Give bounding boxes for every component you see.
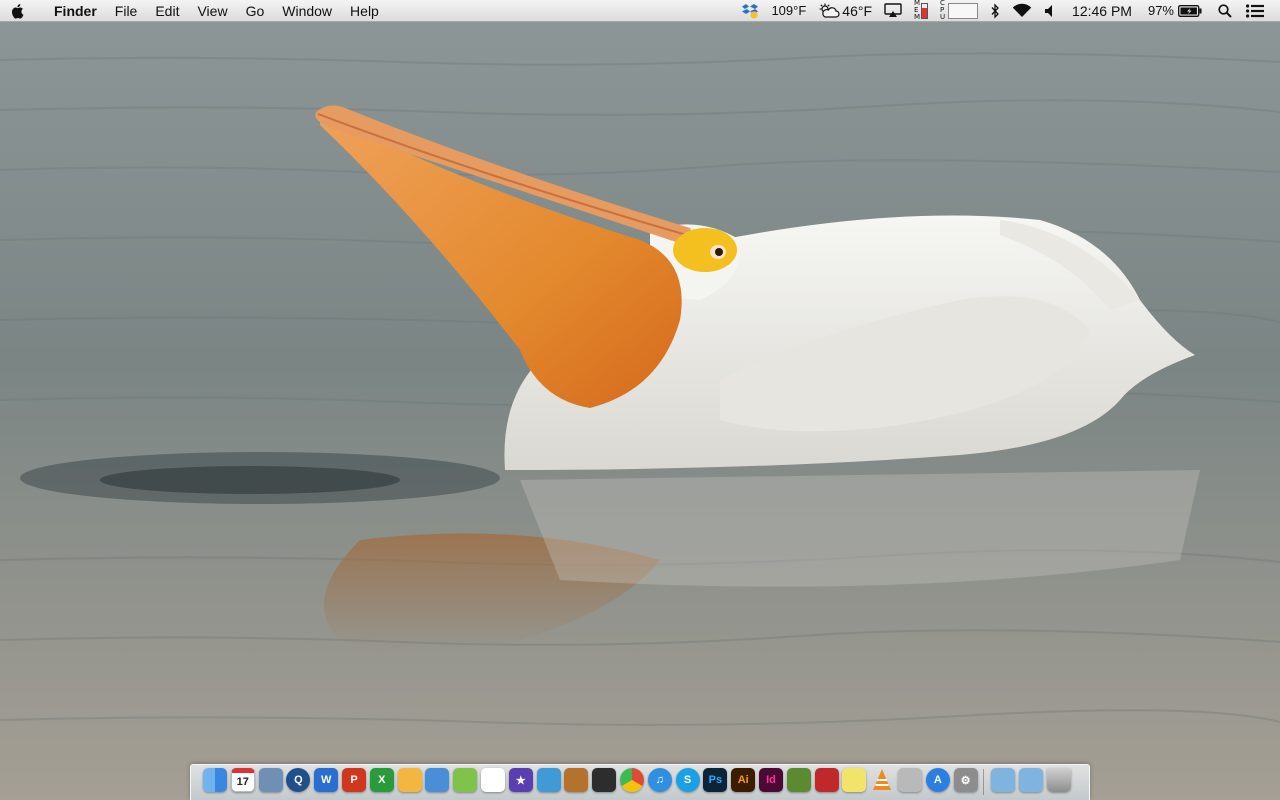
menu-window[interactable]: Window (273, 0, 341, 22)
battery-icon (1178, 4, 1202, 17)
acrobat-icon[interactable] (481, 768, 505, 792)
finder-icon[interactable] (203, 768, 227, 792)
downloads-folder-icon[interactable] (1019, 768, 1044, 792)
weather-temp: 46°F (842, 2, 873, 19)
menu-help[interactable]: Help (341, 0, 388, 22)
dock-icon-glyph: W (320, 774, 332, 786)
cpu-temp-readout[interactable]: 109°F (765, 0, 812, 22)
dock-icon-glyph: Ps (708, 774, 723, 786)
skype-icon[interactable]: S (675, 768, 700, 792)
dropbox-icon (742, 3, 759, 19)
battery-status[interactable]: 97% (1142, 0, 1208, 22)
volume-icon (1045, 4, 1053, 17)
cpu-meter[interactable]: C P U (934, 0, 984, 22)
menu-bar-left: Finder File Edit View Go Window Help (0, 0, 388, 22)
dock-icon-glyph: A (933, 774, 942, 786)
dock-icon-glyph: ♫ (655, 774, 664, 786)
wifi-icon (1012, 3, 1032, 17)
airplay-status[interactable] (878, 0, 908, 22)
menu-bar-status: 109°F 46°F M E M C P U 12:46 PM 97% (735, 0, 1280, 22)
clock[interactable]: 12:46 PM (1062, 0, 1142, 22)
dock-icon-glyph: ★ (515, 774, 526, 787)
bluetooth-icon (991, 2, 999, 19)
menu-file[interactable]: File (106, 0, 147, 22)
dock-icon-glyph: X (378, 774, 386, 786)
garageband-icon[interactable] (564, 768, 589, 792)
cpu-meter-icon: C P U (940, 0, 979, 21)
spotlight-button[interactable] (1208, 0, 1242, 22)
vlc-icon[interactable] (870, 768, 894, 792)
photoshop-icon[interactable]: Ps (703, 768, 728, 792)
chrome-icon[interactable] (620, 768, 644, 792)
dock-icon-glyph: ⚙ (960, 774, 971, 787)
wifi-status[interactable] (1006, 0, 1038, 22)
bluetooth-status[interactable] (984, 0, 1006, 22)
weather-status[interactable]: 46°F (812, 0, 878, 22)
word-icon[interactable]: W (314, 768, 339, 792)
dropbox-status[interactable] (735, 0, 765, 22)
apple-menu[interactable] (0, 0, 36, 22)
menu-edit[interactable]: Edit (146, 0, 188, 22)
notification-center-button[interactable] (1242, 0, 1268, 22)
photobooth-icon[interactable] (814, 768, 839, 792)
dock-icon-glyph: Ai (737, 774, 749, 786)
menu-bar: Finder File Edit View Go Window Help 109… (0, 0, 1280, 22)
notification-center-icon (1246, 3, 1264, 18)
spotlight-icon (1218, 3, 1232, 18)
dock-icon-glyph: 17 (236, 776, 249, 788)
applications-folder-icon[interactable] (991, 768, 1016, 792)
airplay-icon (884, 3, 902, 17)
dock-icon-glyph: P (350, 774, 358, 786)
dock-icon-glyph: Q (294, 774, 303, 786)
memory-meter[interactable]: M E M (908, 0, 934, 22)
dock: 17 Q W P X ★ ♫ S Ps Ai Id A ⚙ (190, 764, 1090, 800)
pages-icon[interactable] (397, 768, 422, 792)
calculator-icon[interactable] (898, 768, 922, 792)
illustrator-icon[interactable]: Ai (731, 768, 756, 792)
cpu-graph (948, 2, 979, 19)
menu-view[interactable]: View (188, 0, 236, 22)
weather-icon (819, 3, 840, 18)
memory-meter-icon: M E M (914, 0, 929, 21)
powerpoint-icon[interactable]: P (342, 768, 366, 792)
excel-icon[interactable]: X (369, 768, 394, 792)
memory-bar (921, 2, 929, 19)
system-preferences-icon[interactable]: ⚙ (953, 768, 978, 792)
calendar-icon[interactable]: 17 (230, 768, 255, 792)
dock-separator (983, 769, 985, 795)
app-menu-finder[interactable]: Finder (36, 0, 106, 22)
meter-letter: U (940, 13, 946, 21)
dvd-player-icon[interactable] (592, 768, 617, 792)
keynote-icon[interactable] (425, 768, 450, 792)
quicktime-icon[interactable]: Q (286, 768, 311, 792)
app-store-icon[interactable]: A (925, 768, 950, 792)
preview-icon[interactable] (258, 768, 283, 792)
indesign-icon[interactable]: Id (759, 768, 783, 792)
numbers-icon[interactable] (453, 768, 478, 792)
menu-go[interactable]: Go (237, 0, 274, 22)
dock-icon-glyph: Id (766, 774, 776, 786)
stickies-icon[interactable] (842, 768, 867, 792)
battery-percent: 97% (1147, 3, 1174, 18)
trash-icon[interactable] (1047, 768, 1071, 792)
imovie-icon[interactable]: ★ (508, 768, 533, 792)
apple-icon (11, 3, 23, 19)
volume-status[interactable] (1038, 0, 1062, 22)
desktop-wallpaper (0, 0, 1280, 800)
dock-icon-glyph: S (683, 774, 692, 786)
minecraft-icon[interactable] (786, 768, 811, 792)
iphoto-icon[interactable] (536, 768, 561, 792)
itunes-icon[interactable]: ♫ (647, 768, 672, 792)
meter-letter: M (914, 13, 921, 21)
